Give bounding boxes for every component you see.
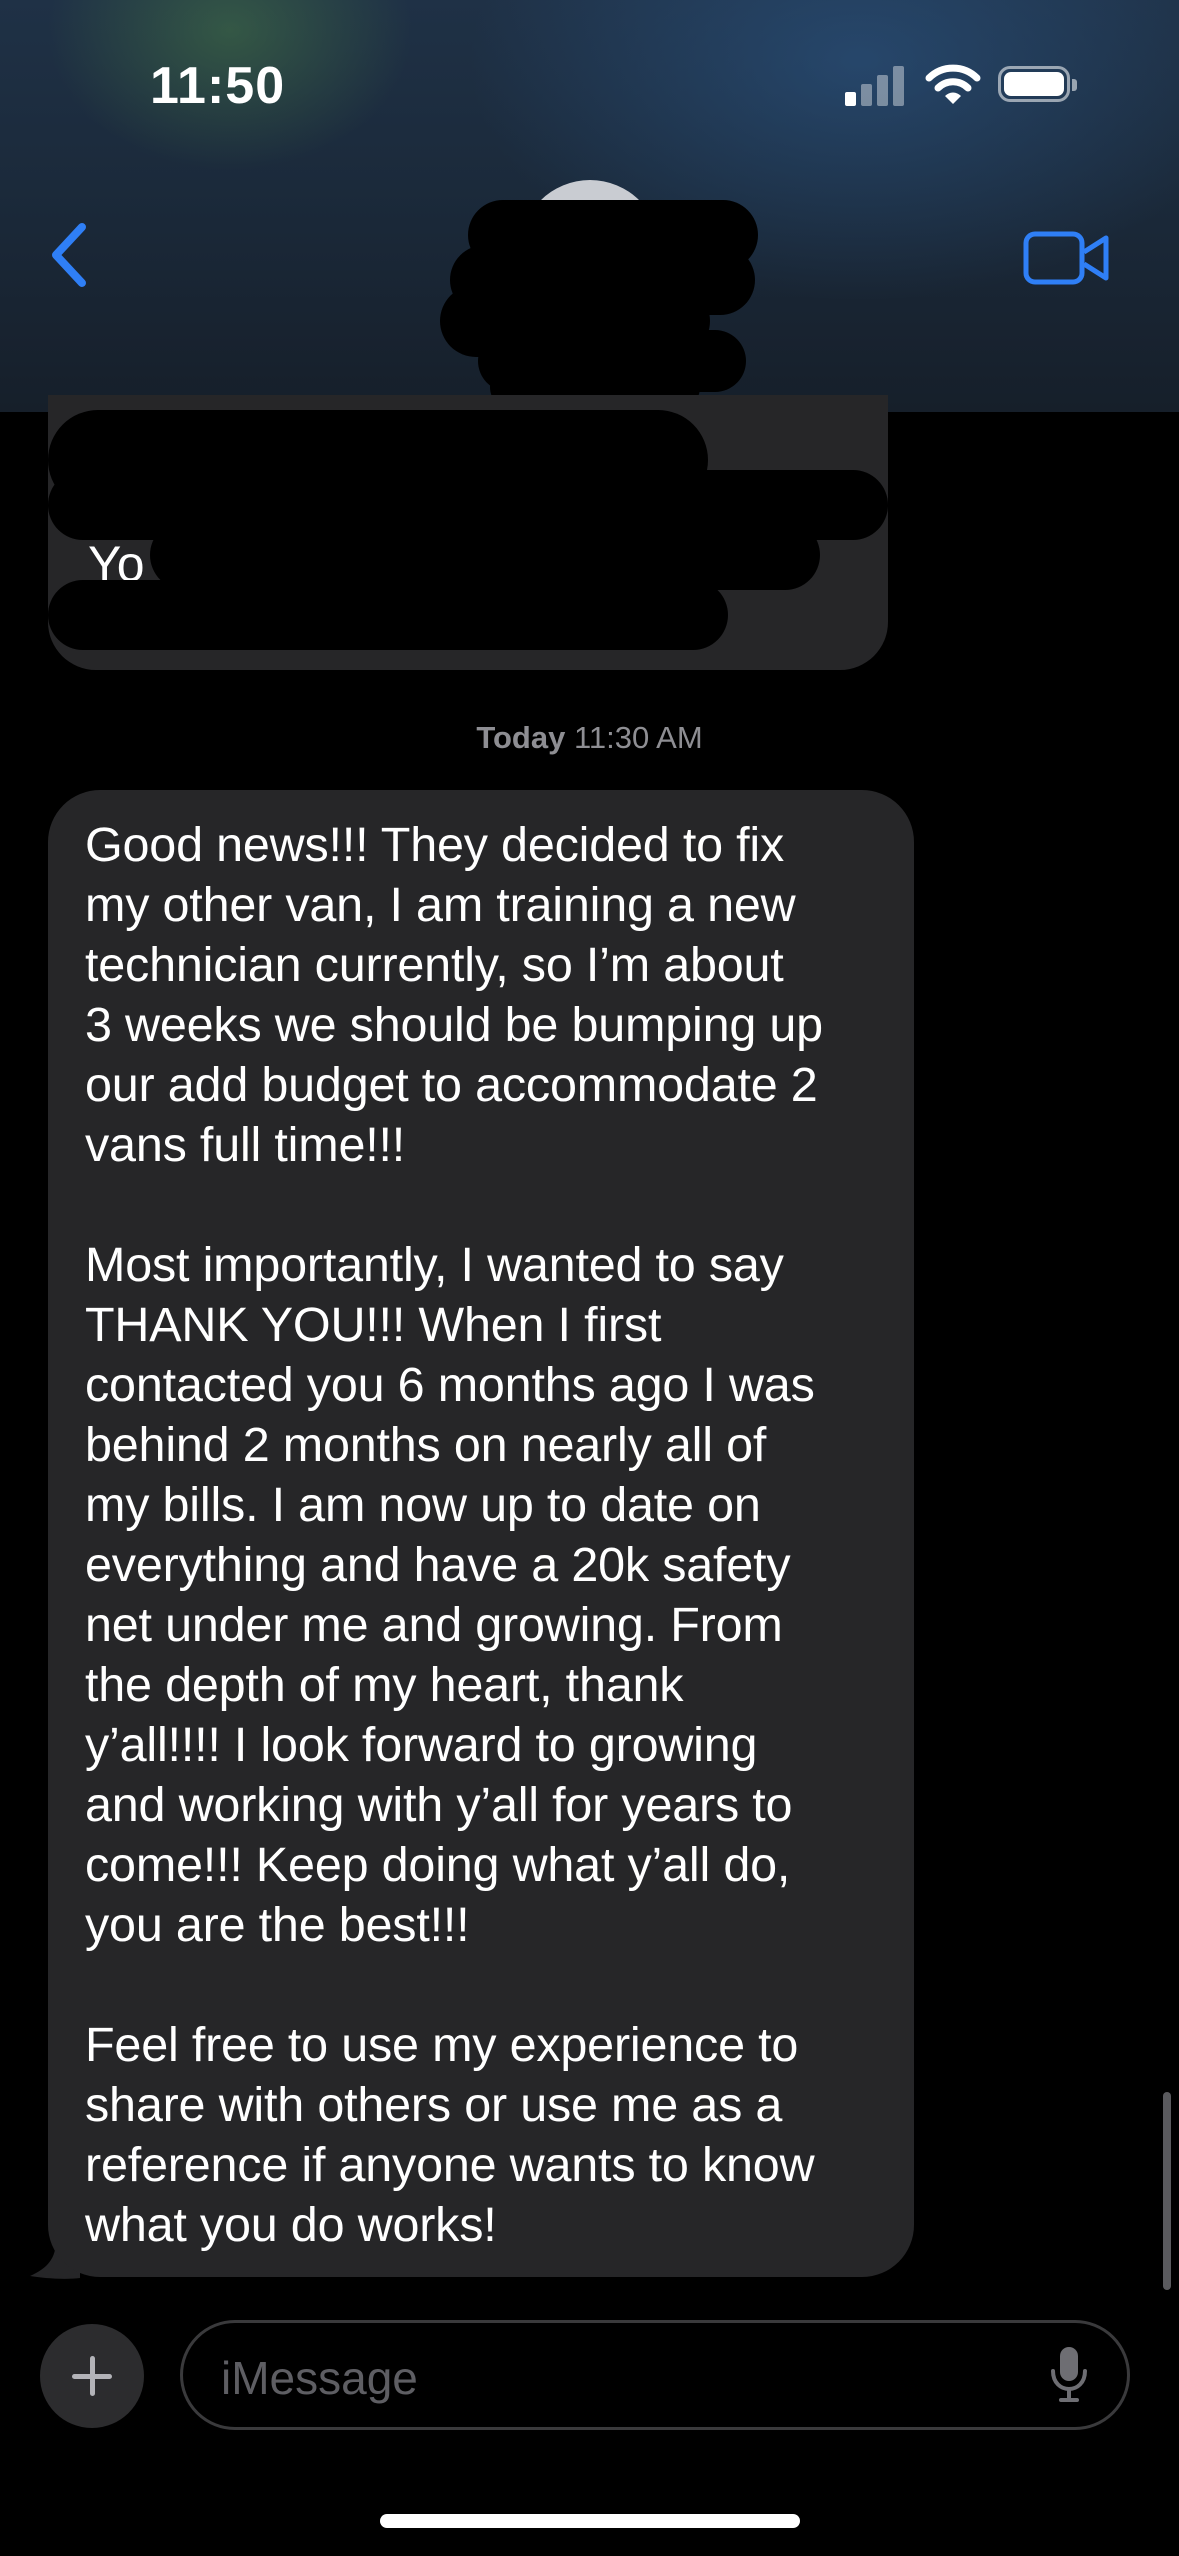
status-time: 11:50 [150,57,286,115]
microphone-icon[interactable] [1049,2343,1089,2407]
received-message-bubble[interactable]: Good news!!! They decided to fix my othe… [48,790,914,2277]
message-paragraph: Most importantly, I wanted to say THANK … [85,1238,815,1952]
home-indicator [380,2514,800,2528]
video-call-icon[interactable] [1022,228,1112,288]
timestamp-day: Today [476,720,566,755]
conversation-header: 11:50 [0,0,1179,412]
cellular-signal-icon [845,64,905,106]
message-paragraph: Feel free to use my experience to share … [85,2018,815,2252]
add-attachment-button[interactable] [40,2324,144,2428]
back-chevron-icon[interactable] [40,215,100,295]
redaction-mark [48,580,728,650]
battery-icon [998,66,1077,102]
message-paragraph: Good news!!! They decided to fix my othe… [85,818,823,1172]
wifi-icon [925,64,981,104]
input-placeholder: iMessage [221,2352,418,2404]
message-timestamp: Today 11:30 AM [0,720,1179,756]
imessage-input[interactable]: iMessage [180,2320,1130,2430]
timestamp-time: 11:30 AM [573,720,703,755]
scrollbar[interactable] [1163,2092,1171,2290]
